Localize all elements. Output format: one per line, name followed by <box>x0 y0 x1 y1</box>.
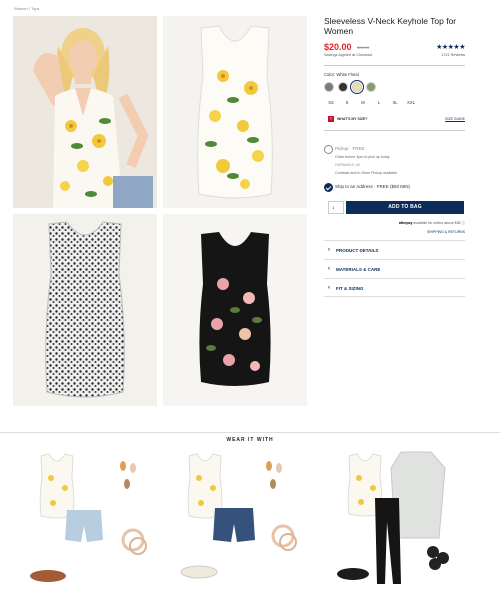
add-to-bag-button[interactable]: ADD TO BAG <box>346 201 464 214</box>
product-image-front-white[interactable] <box>163 16 307 208</box>
size-option-xs[interactable]: XS <box>327 100 335 105</box>
product-image-black-white-print[interactable] <box>13 214 157 406</box>
product-details-panel: Sleeveless V-Neck Keyhole Top for Women … <box>324 16 465 297</box>
size-option-m[interactable]: M <box>359 100 367 105</box>
wear-it-with-heading: WEAR IT WITH <box>0 428 500 446</box>
price-row: $20.00 $26.99 Savings Applied at Checkou… <box>324 42 465 60</box>
breadcrumb[interactable]: Women / Tops <box>14 6 39 11</box>
pickup-radio[interactable] <box>324 145 333 154</box>
afterpay-logo: afterpay <box>398 221 413 225</box>
color-value: White Floral <box>336 72 359 77</box>
original-price: $26.99 <box>357 45 370 50</box>
outfit-black-pants-cardigan[interactable] <box>327 448 467 598</box>
quantity-select[interactable]: 1 <box>328 201 344 214</box>
whats-my-size-link[interactable]: WHAT'S MY SIZE? <box>337 117 367 121</box>
color-swatch[interactable] <box>350 80 364 94</box>
size-option-s[interactable]: S <box>343 100 351 105</box>
reviews-link[interactable]: 1721 Reviews <box>441 53 465 57</box>
color-swatches <box>324 80 465 94</box>
product-title: Sleeveless V-Neck Keyhole Top for Women <box>324 16 457 36</box>
size-selector: XS S M L XL XXL <box>324 100 465 105</box>
color-swatch[interactable] <box>366 82 376 92</box>
fit-row: T WHAT'S MY SIZE? SIZE GUIDE <box>324 115 465 125</box>
pickup-store-location[interactable]: FAIRBANKS, AK <box>335 163 360 167</box>
color-swatch[interactable] <box>338 82 348 92</box>
shipping-returns-link[interactable]: SHIPPING & RETURNS <box>324 230 465 234</box>
accordion-item-product-details[interactable]: ‹ PRODUCT DETAILS <box>324 240 465 259</box>
sale-price: $20.00 <box>324 42 352 52</box>
size-option-xl[interactable]: XL <box>391 100 399 105</box>
divider <box>324 65 465 66</box>
product-info-accordion: ‹ PRODUCT DETAILS ‹ MATERIALS & CARE ‹ FIT & … <box>324 240 465 297</box>
accordion-item-fit-sizing[interactable]: ‹ FIT & SIZING <box>324 278 465 297</box>
accordion-item-materials-care[interactable]: ‹ MATERIALS & CARE <box>324 259 465 278</box>
pickup-availability-note: Curbside and In-Store Pickup available <box>335 171 398 175</box>
afterpay-note: afterpay available for orders above $35 … <box>324 221 465 226</box>
product-image-black-floral[interactable] <box>163 214 307 406</box>
color-swatch[interactable] <box>324 82 334 92</box>
chevron-icon: ‹ <box>328 247 330 253</box>
outfit-dark-shorts-sneakers[interactable] <box>171 448 311 598</box>
divider <box>324 130 465 131</box>
rating-stars[interactable]: ★★★★★ <box>436 43 465 51</box>
chevron-icon: ‹ <box>328 285 330 291</box>
accordion-label: FIT & SIZING <box>336 286 364 291</box>
true-fit-logo-icon: T <box>328 116 334 122</box>
pickup-label: Pickup · FREE <box>335 146 365 151</box>
wear-it-with-label: WEAR IT WITH <box>218 437 282 443</box>
savings-note: Savings Applied at Checkout <box>324 53 373 57</box>
color-label: Color: White Floral <box>324 72 465 77</box>
afterpay-text: available for orders above $35 <box>413 221 461 225</box>
outfit-denim-shorts-mules[interactable] <box>23 448 163 598</box>
size-guide-link[interactable]: SIZE GUIDE <box>445 117 465 121</box>
accordion-label: PRODUCT DETAILS <box>336 248 379 253</box>
ship-to-address-label: Ship to an Address · FREE ($50 MIN) <box>335 184 411 189</box>
info-icon[interactable]: ⓘ <box>462 221 466 225</box>
size-option-xxl[interactable]: XXL <box>407 100 415 105</box>
product-image-model[interactable] <box>13 16 157 208</box>
accordion-label: MATERIALS & CARE <box>336 267 381 272</box>
chevron-icon: ‹ <box>328 266 330 272</box>
size-option-l[interactable]: L <box>375 100 383 105</box>
color-label-prefix: Color: <box>324 72 336 77</box>
pickup-cutoff-note: Order before 3pm to pick up today <box>335 155 390 159</box>
ship-to-address-radio[interactable] <box>324 183 333 192</box>
fulfillment-options: Pickup · FREE Order before 3pm to pick u… <box>324 145 465 199</box>
add-to-bag-row: 1 ADD TO BAG <box>324 201 465 215</box>
